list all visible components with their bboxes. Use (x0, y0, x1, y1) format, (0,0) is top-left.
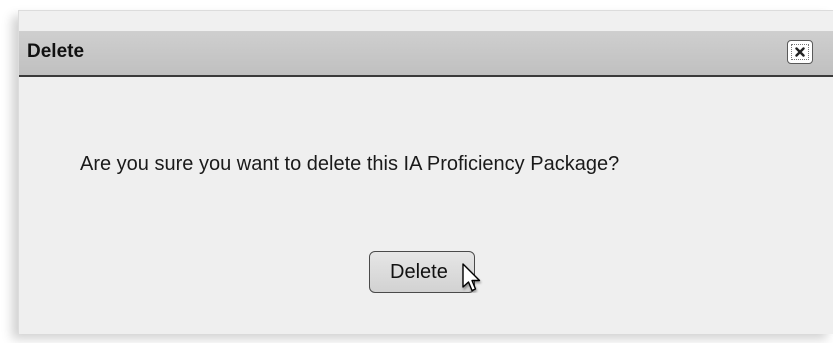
dialog-body: Are you sure you want to delete this IA … (19, 77, 833, 334)
close-icon[interactable] (791, 44, 809, 60)
delete-dialog: Delete Are you sure you want to delete t… (18, 10, 833, 334)
close-button[interactable] (787, 40, 813, 64)
dialog-title: Delete (27, 41, 85, 62)
dialog-titlebar: Delete (19, 31, 833, 77)
confirmation-message: Are you sure you want to delete this IA … (80, 153, 620, 175)
mouse-pointer-icon (461, 263, 483, 298)
delete-button[interactable]: Delete (369, 251, 475, 293)
